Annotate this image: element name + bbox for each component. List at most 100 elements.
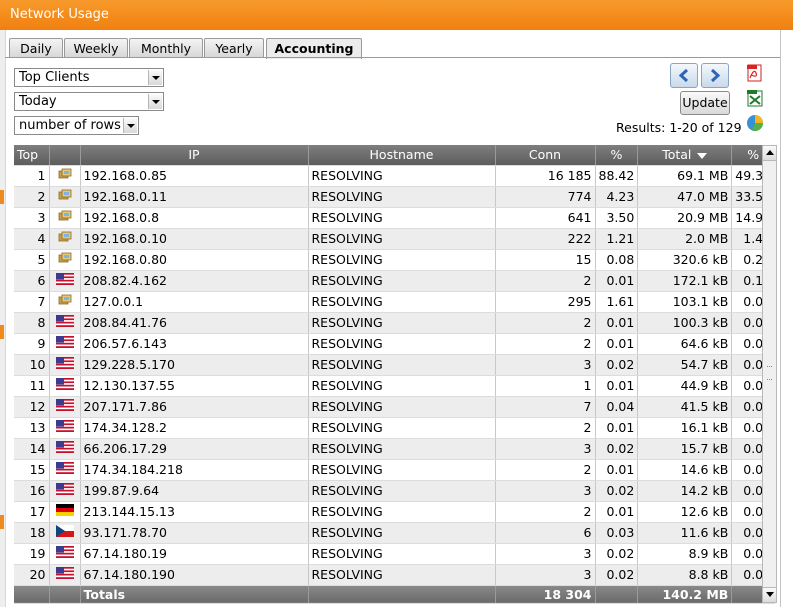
table-row[interactable]: 20 67.14.180.190 RESOLVING 3 0.02 8.8 kB 0.01	[14, 564, 776, 586]
conn-percent-cell: 88.42	[595, 165, 639, 187]
totals-blank	[14, 585, 50, 604]
column-header-conn-percent[interactable]: %	[595, 145, 639, 166]
table-row[interactable]: 2 192.168.0.11 RESOLVING 774 4.23 47.0 MB 33.5…	[14, 186, 776, 208]
hostname-cell: RESOLVING	[308, 354, 496, 376]
tab-monthly[interactable]: Monthly	[129, 38, 203, 58]
table-row[interactable]: 4 192.168.0.10 RESOLVING 222 1.21 2.0 MB 1.44	[14, 228, 776, 250]
table-scrollbar[interactable]	[762, 145, 777, 603]
table-row[interactable]: 1 192.168.0.85 RESOLVING 16 185 88.42 69.1 MB…	[14, 165, 776, 187]
rank-cell: 11	[14, 375, 50, 397]
us-flag-icon	[55, 567, 74, 582]
chevron-down-icon	[148, 70, 162, 85]
window-title: Network Usage	[10, 7, 109, 22]
hostname-cell: RESOLVING	[308, 165, 496, 187]
column-header-ip[interactable]: IP	[80, 145, 309, 166]
table-row[interactable]: 18 93.171.78.70 RESOLVING 6 0.03 11.6 kB 0.01	[14, 522, 776, 544]
next-page-button[interactable]	[701, 63, 729, 88]
rank-cell: 8	[14, 312, 50, 334]
total-cell: 47.0 MB	[637, 186, 733, 208]
table-row[interactable]: 6 208.82.4.162 RESOLVING 2 0.01 172.1 kB 0.12	[14, 270, 776, 292]
table-row[interactable]: 14 66.206.17.29 RESOLVING 3 0.02 15.7 kB 0.01	[14, 438, 776, 460]
report-type-value: Top Clients	[19, 70, 90, 85]
hostname-cell: RESOLVING	[308, 480, 496, 502]
total-cell: 8.8 kB	[637, 564, 733, 586]
ip-cell: 174.34.128.2	[80, 417, 309, 439]
table-row[interactable]: 5 192.168.0.80 RESOLVING 15 0.08 320.6 kB 0.22	[14, 249, 776, 271]
column-header-total[interactable]: Total	[637, 145, 733, 166]
total-cell: 54.7 kB	[637, 354, 733, 376]
table-row[interactable]: 13 174.34.128.2 RESOLVING 2 0.01 16.1 kB 0.01	[14, 417, 776, 439]
rank-cell: 3	[14, 207, 50, 229]
rank-cell: 9	[14, 333, 50, 355]
total-header-label: Total	[662, 147, 692, 163]
column-header-conn[interactable]: Conn	[495, 145, 596, 166]
hostname-cell: RESOLVING	[308, 438, 496, 460]
totals-total: 140.2 MB	[637, 585, 733, 604]
hostname-cell: RESOLVING	[308, 375, 496, 397]
conn-percent-cell: 0.02	[595, 543, 639, 565]
table-row[interactable]: 16 199.87.9.64 RESOLVING 3 0.02 14.2 kB 0.01	[14, 480, 776, 502]
total-cell: 2.0 MB	[637, 228, 733, 250]
total-cell: 41.5 kB	[637, 396, 733, 418]
table-row[interactable]: 7 127.0.0.1 RESOLVING 295 1.61 103.1 kB 0.07	[14, 291, 776, 313]
ip-cell: 206.57.6.143	[80, 333, 309, 355]
total-cell: 12.6 kB	[637, 501, 733, 523]
totals-conn: 18 304	[495, 585, 596, 604]
pdf-export-icon[interactable]	[746, 64, 764, 82]
us-flag-icon	[55, 315, 74, 330]
rows-select[interactable]: number of rows	[14, 116, 139, 135]
period-select[interactable]: Today	[14, 92, 164, 111]
tab-accounting[interactable]: Accounting	[266, 38, 362, 59]
conn-cell: 3	[495, 354, 596, 376]
table-row[interactable]: 19 67.14.180.19 RESOLVING 3 0.02 8.9 kB 0.01	[14, 543, 776, 565]
report-type-select[interactable]: Top Clients	[14, 68, 164, 87]
scroll-up-icon[interactable]	[763, 146, 776, 161]
ip-cell: 12.130.137.55	[80, 375, 309, 397]
table-row[interactable]: 12 207.171.7.86 RESOLVING 7 0.04 41.5 kB 0.03	[14, 396, 776, 418]
tab-weekly[interactable]: Weekly	[64, 38, 128, 58]
window-title-bar: Network Usage	[0, 0, 793, 30]
conn-cell: 2	[495, 270, 596, 292]
ip-cell: 127.0.0.1	[80, 291, 309, 313]
conn-cell: 2	[495, 417, 596, 439]
conn-cell: 222	[495, 228, 596, 250]
table-row[interactable]: 11 12.130.137.55 RESOLVING 1 0.01 44.9 kB 0.03	[14, 375, 776, 397]
total-cell: 69.1 MB	[637, 165, 733, 187]
column-header-hostname[interactable]: Hostname	[308, 145, 496, 166]
flag-cell	[49, 186, 81, 208]
results-count: Results: 1-20 of 129	[616, 120, 742, 135]
totals-blank	[595, 585, 639, 604]
ip-cell: 207.171.7.86	[80, 396, 309, 418]
ip-cell: 93.171.78.70	[80, 522, 309, 544]
hostname-cell: RESOLVING	[308, 207, 496, 229]
pie-chart-icon[interactable]	[746, 114, 764, 132]
total-cell: 172.1 kB	[637, 270, 733, 292]
xls-export-icon[interactable]	[746, 89, 764, 107]
ip-cell: 174.34.184.218	[80, 459, 309, 481]
table-row[interactable]: 9 206.57.6.143 RESOLVING 2 0.01 64.6 kB 0.05	[14, 333, 776, 355]
total-cell: 8.9 kB	[637, 543, 733, 565]
rank-cell: 5	[14, 249, 50, 271]
conn-percent-cell: 0.01	[595, 312, 639, 334]
update-button[interactable]: Update	[680, 91, 730, 115]
conn-cell: 2	[495, 333, 596, 355]
rank-cell: 7	[14, 291, 50, 313]
table-row[interactable]: 15 174.34.184.218 RESOLVING 2 0.01 14.6 kB 0.0…	[14, 459, 776, 481]
local-network-icon	[58, 189, 72, 204]
tab-yearly[interactable]: Yearly	[204, 38, 264, 58]
rank-cell: 17	[14, 501, 50, 523]
table-row[interactable]: 10 129.228.5.170 RESOLVING 3 0.02 54.7 kB 0.04	[14, 354, 776, 376]
conn-cell: 2	[495, 459, 596, 481]
rank-cell: 13	[14, 417, 50, 439]
rank-cell: 12	[14, 396, 50, 418]
hostname-cell: RESOLVING	[308, 333, 496, 355]
tab-daily[interactable]: Daily	[9, 38, 63, 58]
table-row[interactable]: 3 192.168.0.8 RESOLVING 641 3.50 20.9 MB 14.92	[14, 207, 776, 229]
table-row[interactable]: 17 213.144.15.13 RESOLVING 2 0.01 12.6 kB 0.01	[14, 501, 776, 523]
table-row[interactable]: 8 208.84.41.76 RESOLVING 2 0.01 100.3 kB 0.07	[14, 312, 776, 334]
scroll-down-icon[interactable]	[763, 587, 776, 602]
previous-page-button[interactable]	[670, 63, 698, 88]
column-header-top[interactable]: Top	[14, 145, 50, 166]
edge-marker	[0, 190, 4, 204]
conn-percent-cell: 0.08	[595, 249, 639, 271]
